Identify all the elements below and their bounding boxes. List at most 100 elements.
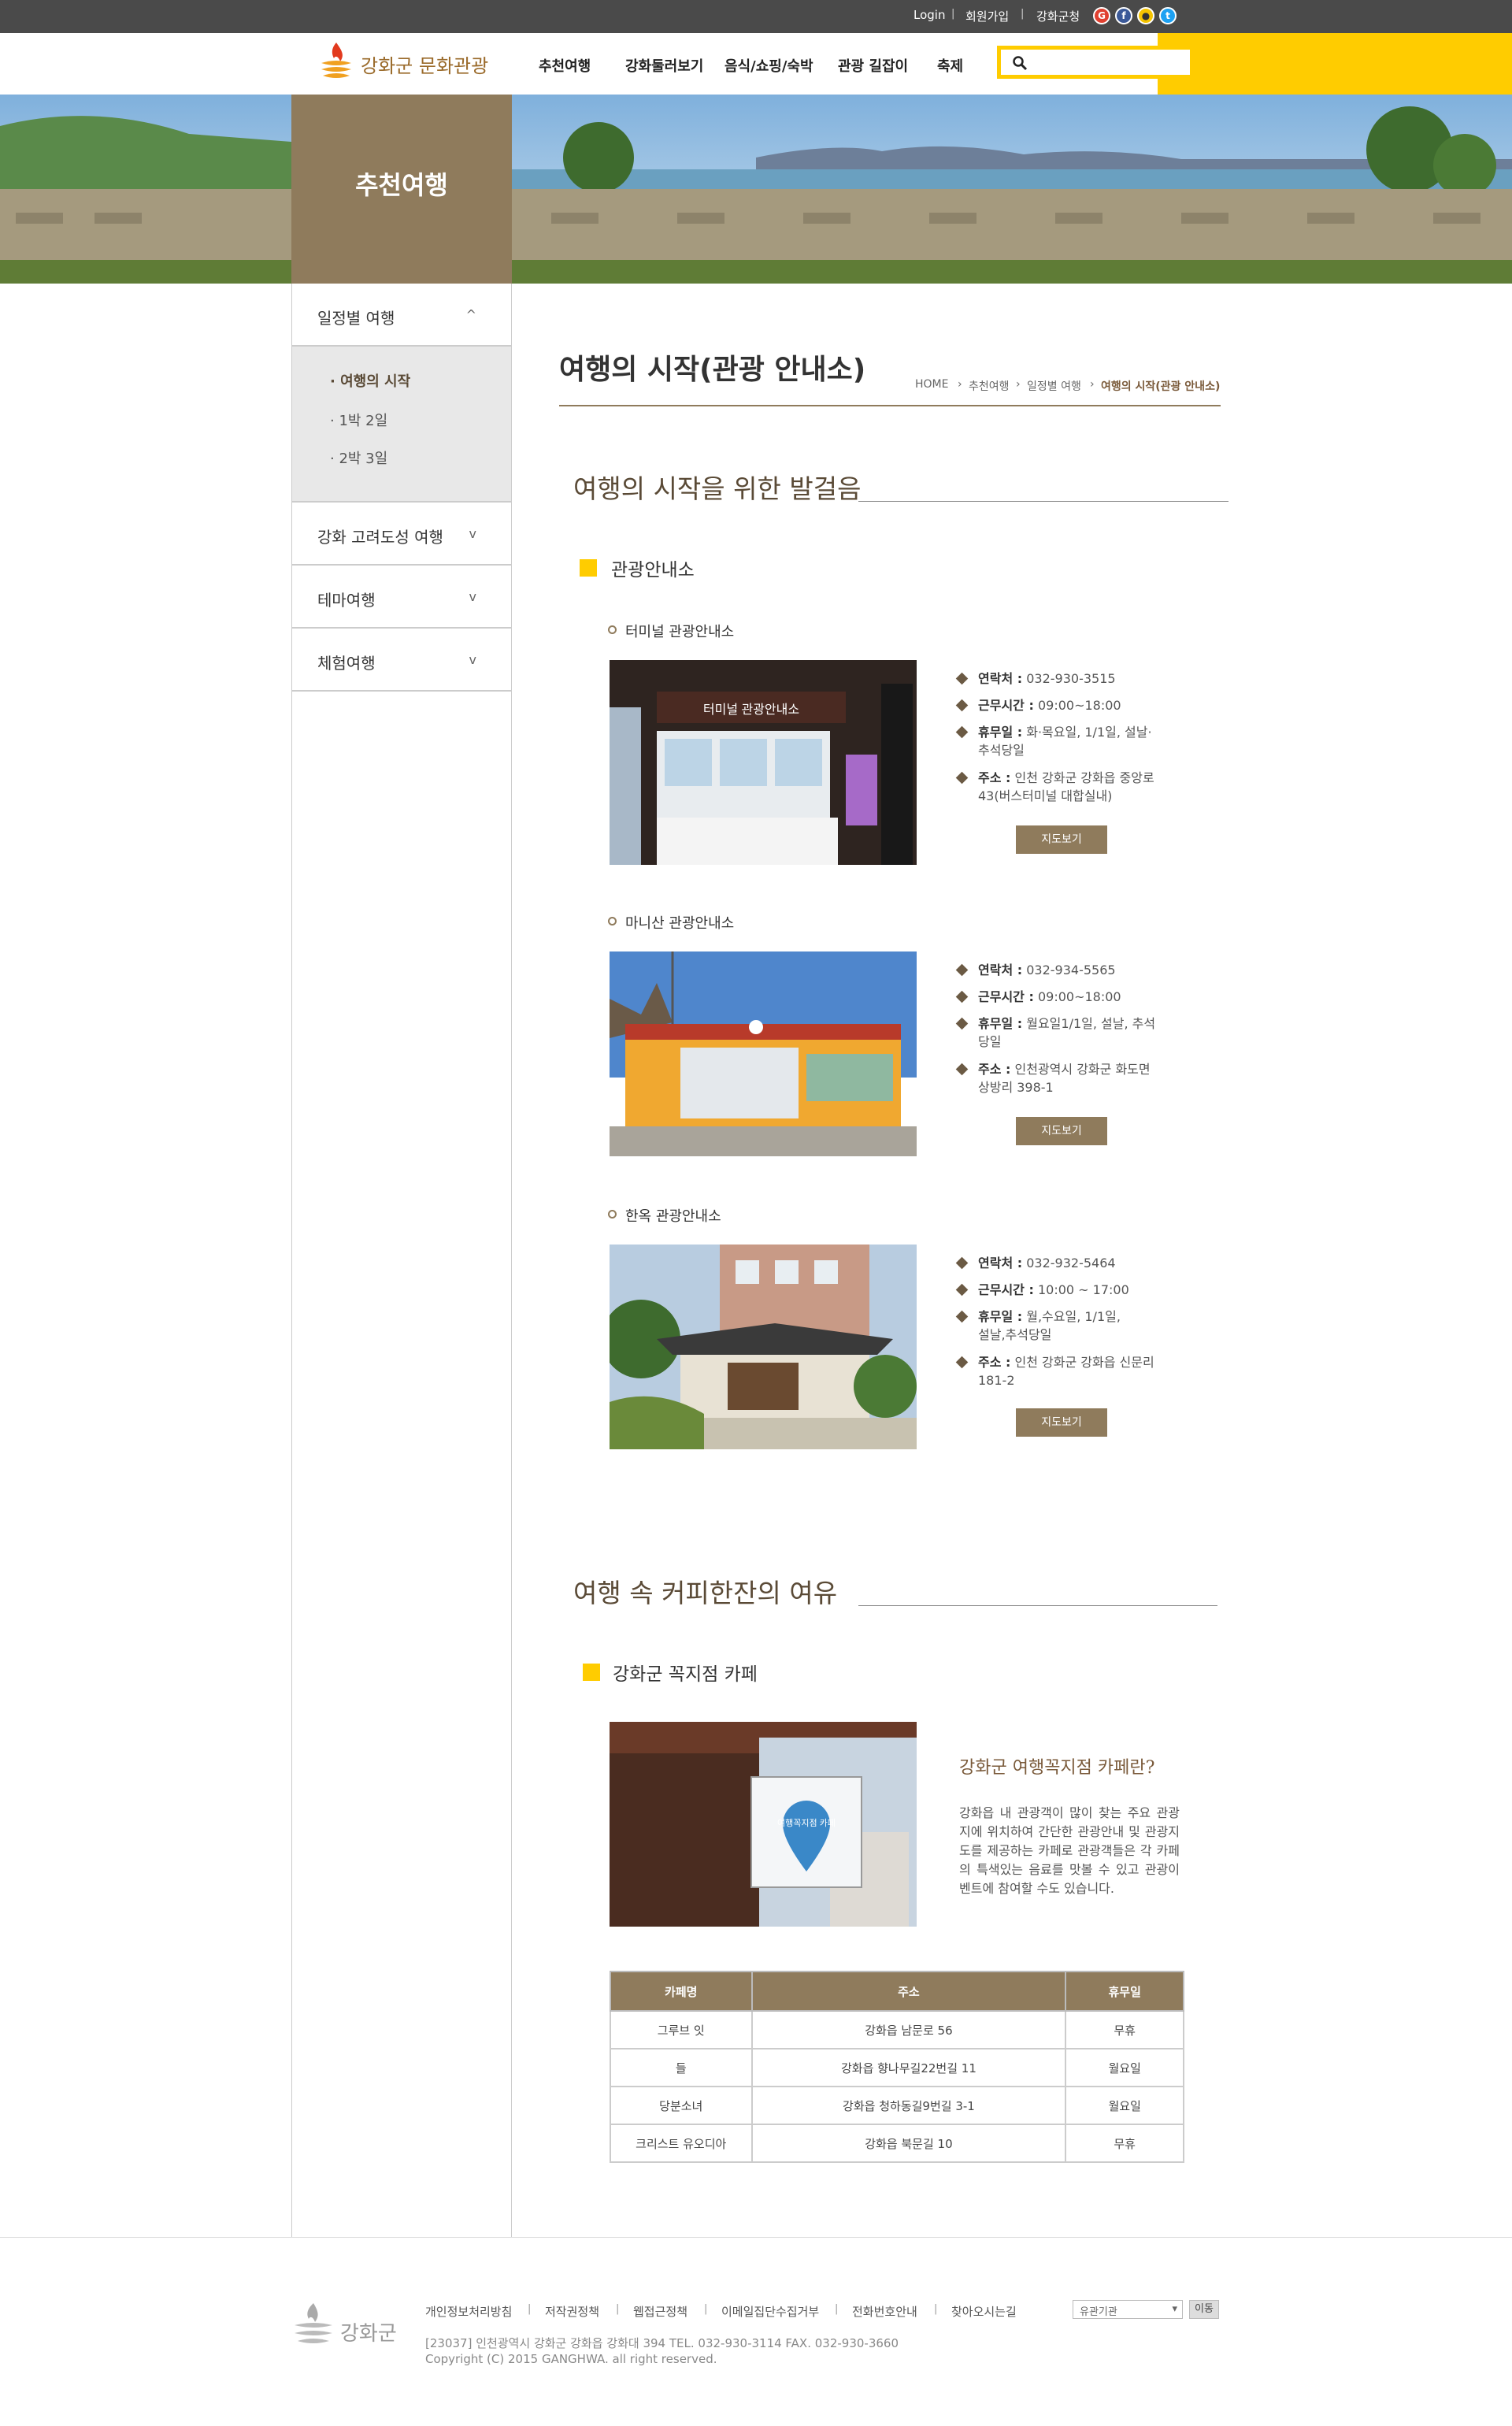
sidebar-item-label: 강화 고려도성 여행 bbox=[317, 528, 443, 547]
map-button[interactable]: 지도보기 bbox=[1016, 1408, 1107, 1437]
nav-recommended-trips[interactable]: 추천여행 bbox=[539, 55, 591, 76]
chevron-down-icon: ▾ bbox=[1172, 2303, 1177, 2315]
breadcrumb-recommended[interactable]: 추천여행 bbox=[969, 378, 1010, 394]
section-title: 여행의 시작을 위한 발걸음 bbox=[573, 473, 862, 504]
footer-address: [23037] 인천광역시 강화군 강화읍 강화대 394 TEL. 032-9… bbox=[425, 2336, 899, 2350]
breadcrumb-schedule[interactable]: 일정별 여행 bbox=[1027, 378, 1081, 394]
info-address: 주소 : 인천 강화군 강화읍 신문리 181-2 bbox=[955, 1353, 1167, 1389]
diamond-bullet-icon bbox=[955, 699, 969, 712]
diamond-bullet-icon bbox=[955, 672, 969, 685]
footer-logo-text: 강화군 bbox=[340, 2322, 397, 2346]
nav-tour-guide[interactable]: 관광 길잡이 bbox=[838, 55, 908, 76]
chevron-up-icon: ^ bbox=[465, 307, 476, 322]
diamond-bullet-icon bbox=[955, 1063, 969, 1076]
sidebar-border bbox=[511, 284, 512, 2237]
hero-title: 추천여행 bbox=[355, 170, 448, 200]
page-title: 여행의 시작(관광 안내소) bbox=[559, 354, 866, 386]
logo-flame-icon[interactable] bbox=[318, 41, 354, 82]
footer-link-accessibility[interactable]: 웹접근정책 bbox=[633, 2303, 687, 2320]
nav-food-shopping-lodging[interactable]: 음식/쇼핑/숙박 bbox=[724, 55, 813, 76]
info-hours: 근무시간 : 09:00~18:00 bbox=[955, 696, 1121, 714]
divider: | bbox=[835, 2303, 839, 2315]
divider: | bbox=[616, 2303, 620, 2315]
info-closed: 휴무일 : 화·목요일, 1/1일, 설날· 추석당일 bbox=[955, 723, 1167, 759]
chevron-down-icon: v bbox=[469, 526, 476, 541]
footer-link-directions[interactable]: 찾아오시는길 bbox=[951, 2303, 1017, 2320]
diamond-bullet-icon bbox=[955, 1017, 969, 1030]
footer-link-privacy[interactable]: 개인정보처리방침 bbox=[425, 2303, 512, 2320]
section-heading: 강화군 꼭지점 카페 bbox=[613, 1664, 758, 1685]
diamond-bullet-icon bbox=[955, 1256, 969, 1270]
info-address: 주소 : 인천광역시 강화군 화도면 상방리 398-1 bbox=[955, 1060, 1167, 1096]
manisan-center-photo bbox=[610, 951, 917, 1156]
county-office-link[interactable]: 강화군청 bbox=[1036, 8, 1080, 24]
sidebar-item-label: 체험여행 bbox=[317, 654, 376, 673]
map-button[interactable]: 지도보기 bbox=[1016, 1117, 1107, 1145]
divider: | bbox=[1021, 8, 1025, 20]
breadcrumb-home[interactable]: HOME bbox=[915, 378, 948, 391]
footer-link-email-refusal[interactable]: 이메일집단수집거부 bbox=[721, 2303, 819, 2320]
info-hours: 근무시간 : 10:00 ~ 17:00 bbox=[955, 1281, 1129, 1299]
sidebar-item-theme-trips[interactable]: 테마여행 v bbox=[292, 567, 511, 629]
table-cell: 강화읍 북문길 10 bbox=[750, 2124, 1067, 2163]
facebook-icon[interactable]: f bbox=[1115, 7, 1132, 24]
breadcrumb-sep-icon: › bbox=[958, 378, 962, 391]
table-cell: 강화읍 향나무길22번길 11 bbox=[750, 2048, 1067, 2087]
footer-logo-icon bbox=[295, 2303, 332, 2343]
submenu-2nights-3days[interactable]: · 2박 3일 bbox=[330, 447, 387, 468]
table-cell: 크리스트 유오디아 bbox=[610, 2124, 753, 2163]
column-header: 주소 bbox=[750, 1971, 1067, 2012]
center-name: 마니산 관광안내소 bbox=[625, 915, 735, 932]
join-link[interactable]: 회원가입 bbox=[965, 8, 1009, 24]
diamond-bullet-icon bbox=[955, 1356, 969, 1369]
section-title-line bbox=[858, 501, 1228, 502]
kakao-icon[interactable]: ● bbox=[1137, 7, 1154, 24]
search-input[interactable] bbox=[1032, 53, 1182, 73]
section-heading: 관광안내소 bbox=[611, 560, 695, 581]
header-accent bbox=[1158, 33, 1512, 95]
diamond-bullet-icon bbox=[955, 963, 969, 977]
breadcrumb-current: 여행의 시작(관광 안내소) bbox=[1101, 380, 1221, 393]
column-header: 카페명 bbox=[610, 1971, 753, 2012]
table-row: 들 강화읍 향나무길22번길 11 월요일 bbox=[610, 2048, 1184, 2087]
sign-text: 여행꼭지점 카페 bbox=[777, 1818, 836, 1828]
diamond-bullet-icon bbox=[955, 725, 969, 739]
footer-link-phone-guide[interactable]: 전화번호안내 bbox=[852, 2303, 917, 2320]
divider: | bbox=[951, 8, 955, 20]
related-sites-select[interactable]: 유관기관 ▾ bbox=[1073, 2300, 1183, 2319]
info-phone: 연락처 : 032-930-3515 bbox=[955, 670, 1116, 688]
sidebar-item-experience-trips[interactable]: 체험여행 v bbox=[292, 630, 511, 692]
footer-copyright: Copyright (C) 2015 GANGHWA. all right re… bbox=[425, 2352, 717, 2366]
center-name: 한옥 관광안내소 bbox=[625, 1208, 721, 1225]
sidebar-item-goryeo-capital[interactable]: 강화 고려도성 여행 v bbox=[292, 504, 511, 566]
footer-link-copyright[interactable]: 저작권정책 bbox=[545, 2303, 599, 2320]
sidebar-item-label: 테마여행 bbox=[317, 591, 376, 610]
map-button[interactable]: 지도보기 bbox=[1016, 825, 1107, 854]
sidebar-item-schedule-trips[interactable]: 일정별 여행 ^ bbox=[292, 285, 511, 347]
nav-festival[interactable]: 축제 bbox=[937, 55, 963, 76]
sidebar-submenu: · 여행의 시작 · 1박 2일 · 2박 3일 bbox=[292, 347, 511, 503]
chevron-down-icon: v bbox=[469, 652, 476, 667]
sidebar-item-label: 일정별 여행 bbox=[317, 309, 395, 328]
submenu-1night-2days[interactable]: · 1박 2일 bbox=[330, 410, 387, 430]
table-cell: 강화읍 남문로 56 bbox=[750, 2010, 1067, 2049]
diamond-bullet-icon bbox=[955, 1310, 969, 1323]
table-cell: 월요일 bbox=[1065, 2048, 1184, 2087]
google-icon[interactable]: G bbox=[1093, 7, 1110, 24]
twitter-icon[interactable]: t bbox=[1159, 7, 1177, 24]
table-row: 크리스트 유오디아 강화읍 북문길 10 무휴 bbox=[610, 2124, 1184, 2163]
go-button[interactable]: 이동 bbox=[1189, 2300, 1219, 2319]
cafe-question-title: 강화군 여행꼭지점 카페란? bbox=[959, 1758, 1155, 1778]
hero-banner bbox=[0, 95, 1512, 284]
info-address: 주소 : 인천 강화군 강화읍 중앙로 43(버스터미널 대합실내) bbox=[955, 769, 1167, 805]
search-box[interactable] bbox=[997, 46, 1194, 79]
search-icon[interactable] bbox=[1012, 55, 1028, 71]
login-link[interactable]: Login bbox=[914, 8, 945, 22]
info-closed: 휴무일 : 월,수요일, 1/1일, 설날,추석당일 bbox=[955, 1308, 1167, 1344]
section-title-line bbox=[858, 1605, 1217, 1606]
submenu-trip-start[interactable]: · 여행의 시작 bbox=[330, 370, 410, 391]
hanok-center-photo bbox=[610, 1245, 917, 1449]
nav-explore-ganghwa[interactable]: 강화둘러보기 bbox=[625, 55, 703, 76]
circle-bullet-icon bbox=[608, 625, 617, 634]
site-logo-text[interactable]: 강화군 문화관광 bbox=[361, 50, 488, 78]
